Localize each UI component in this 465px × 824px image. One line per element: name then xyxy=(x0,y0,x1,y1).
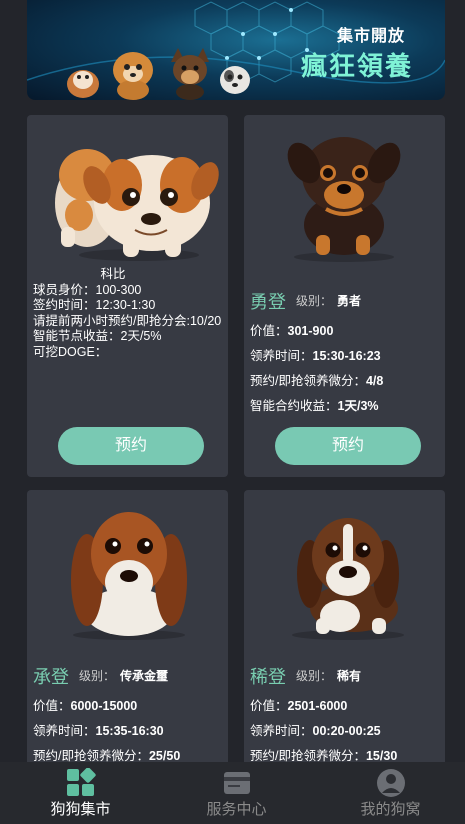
adopt-time-row: 领养时间：15:30-16:23 xyxy=(250,349,381,363)
dog-name: 科比 xyxy=(100,267,126,281)
card-icon xyxy=(224,772,250,794)
reserve-button[interactable]: 预约 xyxy=(58,427,204,465)
market-grid-icon xyxy=(67,768,96,796)
level-label: 级别： xyxy=(296,669,333,683)
banner-slogan: 瘋狂領養 xyxy=(300,51,413,81)
value-row: 价值：2501-6000 xyxy=(250,699,348,713)
dog-card-yongdeng: 勇登 级别： 勇者 价值：301-900 领养时间：15:30-16:23 预约/… xyxy=(244,115,445,477)
dog-card-kobe: 科比 球员身价：100-300 签约时间：12:30-1:30 请提前两小时预约… xyxy=(27,115,228,477)
nav-dog-market[interactable]: 狗狗集市 xyxy=(3,762,158,824)
dog-card-xideng: 稀登 级别： 稀有 价值：2501-6000 领养时间：00:20-00:25 预… xyxy=(244,490,445,780)
adopt-time-row: 领养时间：00:20-00:25 xyxy=(250,724,381,738)
bottom-nav: 狗狗集市 服务中心 我的狗窝 xyxy=(0,762,465,824)
info-line: 请提前两小时预约/即抢分会:10/20 xyxy=(33,313,222,328)
nav-label: 服务中心 xyxy=(206,801,267,818)
rottweiler-puppy-illustration xyxy=(287,137,401,262)
info-line: 可挖DOGE： xyxy=(33,344,108,359)
dog-name: 承登 xyxy=(33,667,69,687)
nav-service-center[interactable]: 服务中心 xyxy=(159,762,314,824)
reserve-button[interactable]: 预约 xyxy=(275,427,421,465)
nav-my-kennel[interactable]: 我的狗窝 xyxy=(313,762,465,824)
adopt-time-row: 领养时间：15:35-16:30 xyxy=(33,724,164,738)
level-value: 勇者 xyxy=(337,294,362,308)
basset-hound-illustration xyxy=(71,512,187,640)
value-row: 价值：301-900 xyxy=(250,324,334,338)
nav-label: 我的狗窝 xyxy=(360,801,421,818)
level-label: 级别： xyxy=(79,669,116,683)
level-label: 级别： xyxy=(296,294,333,308)
points-row: 预约/即抢领养微分：4/8 xyxy=(250,374,384,388)
dog-level: 级别： 稀有 xyxy=(296,667,361,684)
info-line: 球员身价：100-300 xyxy=(33,282,142,297)
dog-card-chengdeng: 承登 级别： 传承金璽 价值：6000-15000 领养时间：15:35-16:3… xyxy=(27,490,228,780)
level-value: 传承金璽 xyxy=(120,669,169,683)
banner-tag: 集市開放 xyxy=(336,28,405,45)
dog-level: 级别： 传承金璽 xyxy=(79,667,168,684)
puppies-illustration xyxy=(67,48,250,100)
level-value: 稀有 xyxy=(337,669,362,683)
dog-name: 勇登 xyxy=(250,292,286,312)
dog-name: 稀登 xyxy=(250,667,286,687)
kobe-info: 科比 球员身价：100-300 签约时间：12:30-1:30 请提前两小时预约… xyxy=(33,267,228,360)
value-row: 价值：6000-15000 xyxy=(33,699,138,713)
dog-level: 级别： 勇者 xyxy=(296,292,361,309)
contract-yield-row: 智能合约收益：1天/3% xyxy=(250,399,379,413)
beagle-puppy-illustration xyxy=(292,518,404,640)
promo-banner[interactable]: 集市開放 瘋狂領養 xyxy=(27,0,445,100)
info-line: 签约时间：12:30-1:30 xyxy=(33,298,156,312)
info-line: 智能节点收益：2天/5% xyxy=(33,329,162,343)
bulldog-illustration xyxy=(55,149,219,261)
nav-label: 狗狗集市 xyxy=(50,801,111,818)
user-icon xyxy=(377,769,405,797)
